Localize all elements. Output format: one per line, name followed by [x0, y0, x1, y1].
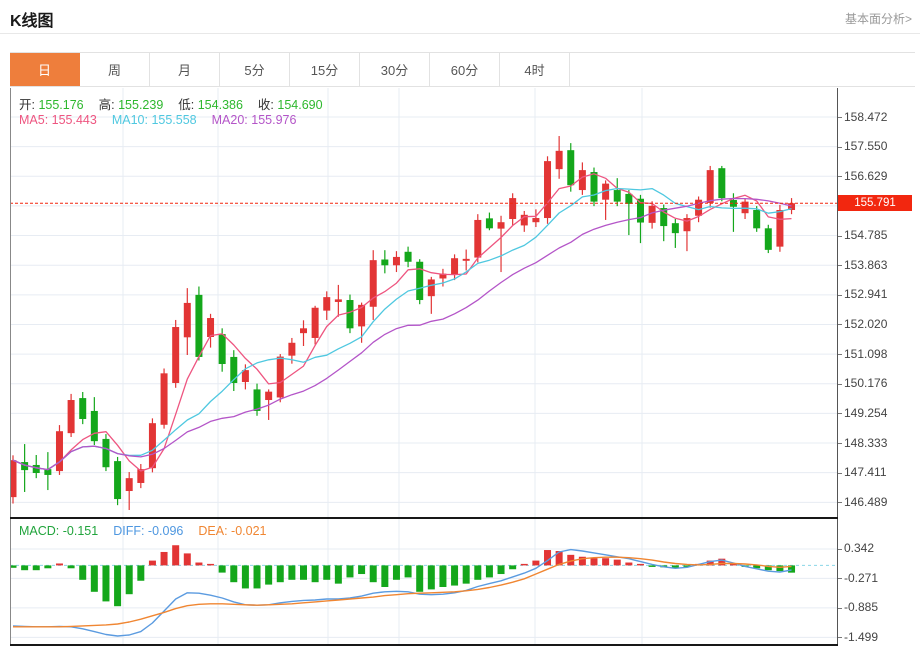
price-axis-label: 152.020 [844, 317, 887, 332]
macd-axis-label: -0.271 [844, 571, 878, 586]
price-axis-label: 149.254 [844, 406, 887, 421]
tab-4时[interactable]: 4时 [500, 53, 570, 86]
price-axis-label: 158.472 [844, 110, 887, 125]
current-price-tag: 155.791 [838, 195, 912, 211]
header-divider [0, 33, 920, 34]
macd-axis-label: 0.342 [844, 541, 874, 556]
price-axis-label: 146.489 [844, 495, 887, 510]
price-axis-label: 157.550 [844, 139, 887, 154]
macd-axis-label: -1.499 [844, 630, 878, 645]
readout-item: 开: 155.176 [19, 98, 84, 112]
readout-item: MA10: 155.558 [112, 113, 197, 127]
tab-5分[interactable]: 5分 [220, 53, 290, 86]
readout-item: 高: 155.239 [99, 98, 164, 112]
timeframe-tabs: 日周月5分15分30分60分4时 [10, 52, 915, 87]
chart-right-border [837, 88, 838, 646]
tab-30分[interactable]: 30分 [360, 53, 430, 86]
ma-readout: MA5: 155.443 MA10: 155.558 MA20: 155.976 [19, 113, 311, 127]
macd-axis-label: -0.885 [844, 600, 878, 615]
readout-item: DIFF: -0.096 [113, 524, 183, 538]
price-axis-label: 151.098 [844, 347, 887, 362]
readout-item: MACD: -0.151 [19, 524, 98, 538]
price-axis-label: 152.941 [844, 287, 887, 302]
readout-item: DEA: -0.021 [198, 524, 266, 538]
main-chart-bottom-border [10, 517, 838, 519]
readout-item: 收: 154.690 [258, 98, 323, 112]
price-axis-label: 147.411 [844, 465, 887, 480]
page-title: K线图 [10, 7, 54, 31]
price-axis-label: 154.785 [844, 228, 887, 243]
fundamental-analysis-link[interactable]: 基本面分析> [845, 10, 912, 27]
tab-60分[interactable]: 60分 [430, 53, 500, 86]
tab-周[interactable]: 周 [80, 53, 150, 86]
candlestick-chart[interactable] [10, 88, 838, 518]
readout-item: 低: 154.386 [178, 98, 243, 112]
readout-item: MA5: 155.443 [19, 113, 97, 127]
chart-left-border [10, 88, 11, 646]
tab-15分[interactable]: 15分 [290, 53, 360, 86]
ohlc-readout: 开: 155.176 高: 155.239 低: 154.386 收: 154.690 [19, 94, 338, 113]
readout-item: MA20: 155.976 [212, 113, 297, 127]
tab-月[interactable]: 月 [150, 53, 220, 86]
price-axis-label: 153.863 [844, 258, 887, 273]
price-axis-label: 156.629 [844, 169, 887, 184]
price-axis-label: 150.176 [844, 376, 887, 391]
macd-readout: MACD: -0.151 DIFF: -0.096 DEA: -0.021 [19, 524, 281, 538]
tab-日[interactable]: 日 [10, 53, 80, 86]
macd-bottom-border [10, 644, 838, 646]
price-axis-label: 148.333 [844, 436, 887, 451]
